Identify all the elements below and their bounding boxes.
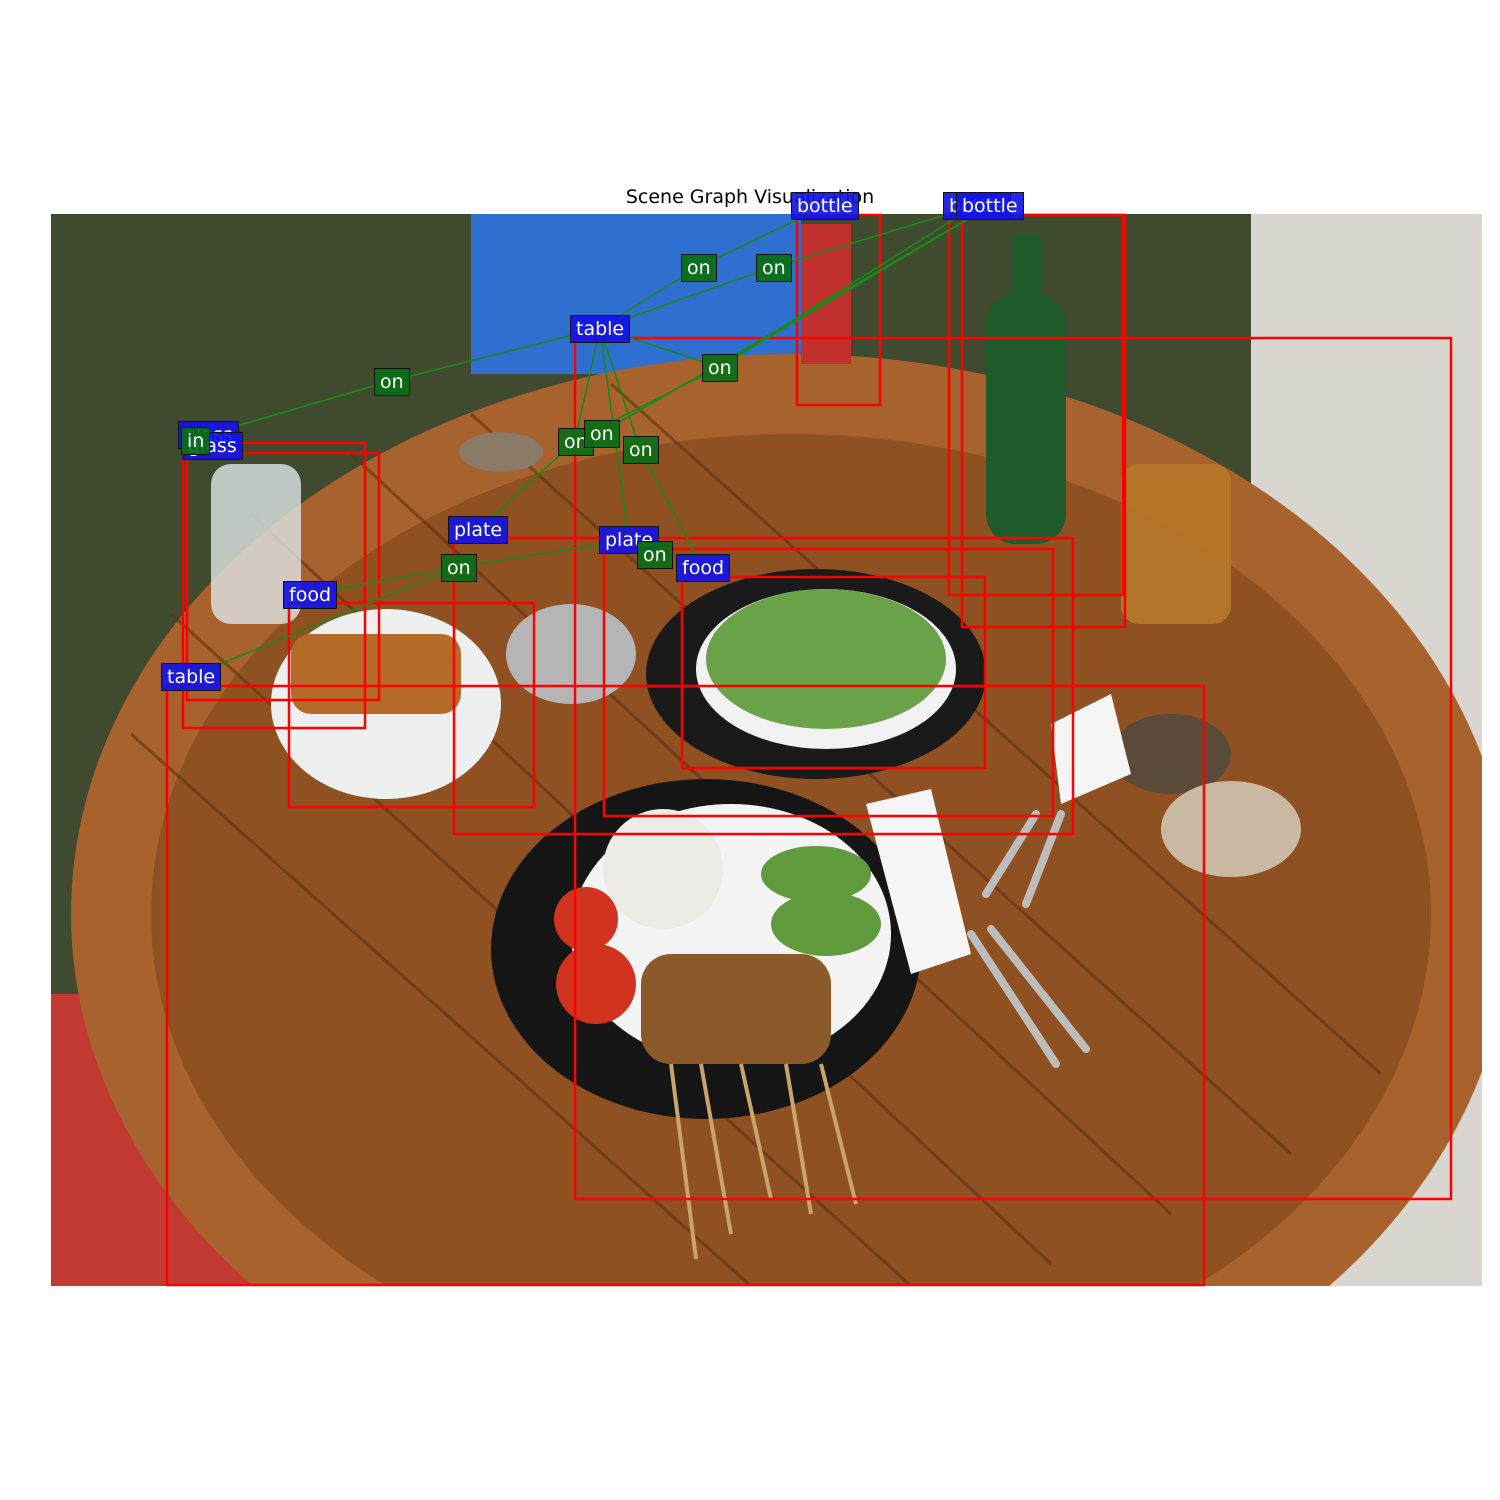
object-label-bottle-3: bottle <box>956 192 1024 220</box>
relation-label-on: on <box>623 436 659 464</box>
satay <box>641 954 831 1064</box>
relation-label-in: in <box>181 427 211 455</box>
object-label-food-1: food <box>283 581 337 609</box>
rice <box>603 809 723 929</box>
fire-extinguisher <box>801 224 851 364</box>
sauce-boat <box>506 604 636 704</box>
object-label-food-2: food <box>676 554 730 582</box>
relation-label-on: on <box>441 554 477 582</box>
coaster <box>1111 714 1231 794</box>
relation-label-on: on <box>681 254 717 282</box>
relation-label-on: on <box>756 254 792 282</box>
object-label-table-2: table <box>161 663 222 691</box>
tomato <box>556 944 636 1024</box>
object-label-plate-1: plate <box>448 516 509 544</box>
spring-rolls <box>291 634 461 714</box>
salad <box>706 589 946 729</box>
figure-title: Scene Graph Visualization <box>625 186 875 208</box>
object-label-table-1: table <box>570 315 631 343</box>
blue-chair <box>471 214 801 374</box>
beer-mug <box>1121 464 1231 624</box>
relation-label-on: on <box>374 368 410 396</box>
photo <box>51 214 1482 1286</box>
object-label-bottle-1: bottle <box>791 192 859 220</box>
relation-label-on: on <box>584 420 620 448</box>
coaster <box>1161 781 1301 877</box>
relation-label-on: on <box>637 541 673 569</box>
coaster <box>459 432 543 472</box>
relation-label-on: on <box>702 354 738 382</box>
beer-bottle <box>986 294 1066 544</box>
photo-illustration <box>51 214 1482 1286</box>
cucumber <box>771 892 881 956</box>
